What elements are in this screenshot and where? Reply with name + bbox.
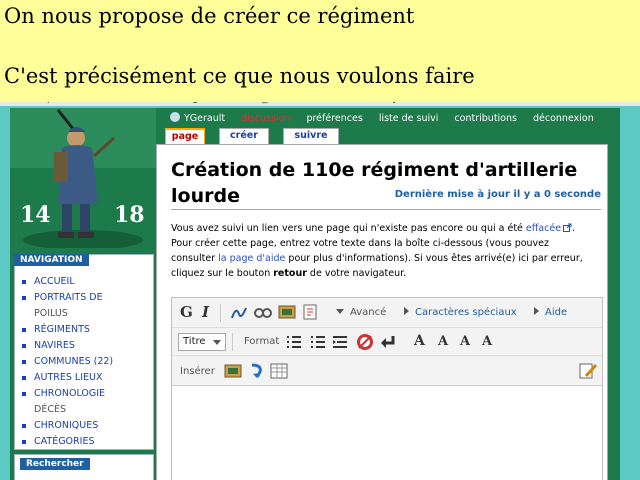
window-edge <box>620 108 640 480</box>
watchlist-link[interactable]: liste de suivi <box>379 113 439 124</box>
caption-overlay: On nous propose de créer ce régiment C'e… <box>0 0 640 102</box>
superscript-button[interactable]: A <box>460 334 470 349</box>
search-heading: Rechercher <box>20 458 90 470</box>
nav-item-regiments[interactable]: RÉGIMENTS <box>20 322 152 338</box>
editor-toolbar-insert: Insérer <box>172 356 602 386</box>
bold-button[interactable]: G <box>180 303 193 321</box>
reference-icon[interactable] <box>302 304 320 320</box>
logout-link[interactable]: déconnexion <box>533 113 594 124</box>
nav-item-navires[interactable]: NAVIRES <box>20 338 152 354</box>
wiki-editor: G I Avancé Caractères spéciaux Aide Titr… <box>171 297 603 480</box>
user-link[interactable]: YGerault <box>170 112 225 124</box>
deleted-link[interactable]: effacée <box>526 223 561 234</box>
caption-line-2: C'est précisément ce que nous voulons fa… <box>4 64 475 88</box>
insert-label: Insérer <box>180 366 215 377</box>
nav-item-chronologie-cont[interactable]: DÉCÈS <box>20 402 152 418</box>
page-title: Création de 110e régiment d'artillerie l… <box>171 159 578 207</box>
user-bar: YGerault discussion préférences liste de… <box>170 112 630 128</box>
advanced-menu[interactable]: Avancé <box>336 307 386 318</box>
intro-text: Vous avez suivi un lien vers une page qu… <box>171 223 583 279</box>
bulleted-list-icon[interactable] <box>286 334 302 350</box>
wiki-page: 14 18 NAVIGATION ACCUEIL PORTRAITS DE PO… <box>10 108 630 480</box>
nav-item-categories[interactable]: CATÉGORIES <box>20 434 152 450</box>
image-icon[interactable] <box>278 304 296 320</box>
small-text-button[interactable]: A <box>438 334 448 349</box>
numbered-list-icon[interactable] <box>310 334 326 350</box>
link-icon[interactable] <box>254 306 272 320</box>
caption-line-1: On nous propose de créer ce régiment <box>4 4 415 28</box>
divider <box>171 209 601 210</box>
logo-year-start: 14 <box>20 202 51 228</box>
last-updated: Dernière mise à jour il y a 0 seconde <box>394 189 601 200</box>
tab-follow[interactable]: suivre <box>283 128 339 144</box>
big-text-button[interactable]: A <box>414 333 425 349</box>
chevron-down-icon <box>336 309 344 314</box>
nav-item-accueil[interactable]: ACCUEIL <box>20 274 152 290</box>
signature-icon[interactable] <box>230 304 248 322</box>
dropdown-arrow-icon <box>213 340 221 345</box>
line-break-icon[interactable] <box>380 334 396 350</box>
subscript-button[interactable]: A <box>482 334 492 349</box>
user-icon <box>170 112 180 122</box>
nav-item-communes[interactable]: COMMUNES (22) <box>20 354 152 370</box>
insert-table-icon[interactable] <box>270 362 288 380</box>
discussion-link[interactable]: discussion <box>241 113 290 124</box>
insert-image-icon[interactable] <box>224 362 242 380</box>
external-link-icon <box>563 223 572 232</box>
tab-create[interactable]: créer <box>219 128 269 144</box>
nav-item-autres-lieux[interactable]: AUTRES LIEUX <box>20 370 152 386</box>
chevron-right-icon <box>404 307 409 315</box>
navigation-heading: NAVIGATION <box>14 254 89 266</box>
help-menu[interactable]: Aide <box>534 307 567 318</box>
chevron-right-icon <box>534 307 539 315</box>
logo-year-end: 18 <box>114 202 145 228</box>
help-page-link[interactable]: la page d'aide <box>218 253 285 264</box>
preferences-link[interactable]: préférences <box>306 113 362 124</box>
site-logo[interactable]: 14 18 <box>10 108 156 250</box>
insert-gallery-icon[interactable] <box>248 362 266 380</box>
editor-toolbar-advanced: Titre Format A A A A <box>172 328 602 356</box>
editor-toolbar-main: G I Avancé Caractères spéciaux Aide <box>172 298 602 328</box>
nav-item-portraits[interactable]: PORTRAITS DE <box>20 290 152 306</box>
italic-button[interactable]: I <box>202 303 209 321</box>
nav-item-chroniques[interactable]: CHRONIQUES <box>20 418 152 434</box>
special-chars-menu[interactable]: Caractères spéciaux <box>404 307 517 318</box>
format-label: Format <box>244 336 280 347</box>
nav-item-chronologie[interactable]: CHRONOLOGIE <box>20 386 152 402</box>
content-area: Création de 110e régiment d'artillerie l… <box>156 144 608 480</box>
search-replace-icon[interactable] <box>578 361 598 381</box>
tab-page[interactable]: page <box>165 128 205 144</box>
nav-item-portraits-cont[interactable]: POILUS <box>20 306 152 322</box>
contributions-link[interactable]: contributions <box>454 113 517 124</box>
heading-select[interactable]: Titre <box>178 333 226 351</box>
indent-icon[interactable] <box>332 334 348 350</box>
navigation-list: ACCUEIL PORTRAITS DE POILUS RÉGIMENTS NA… <box>20 274 152 450</box>
no-wiki-icon[interactable] <box>356 333 374 351</box>
